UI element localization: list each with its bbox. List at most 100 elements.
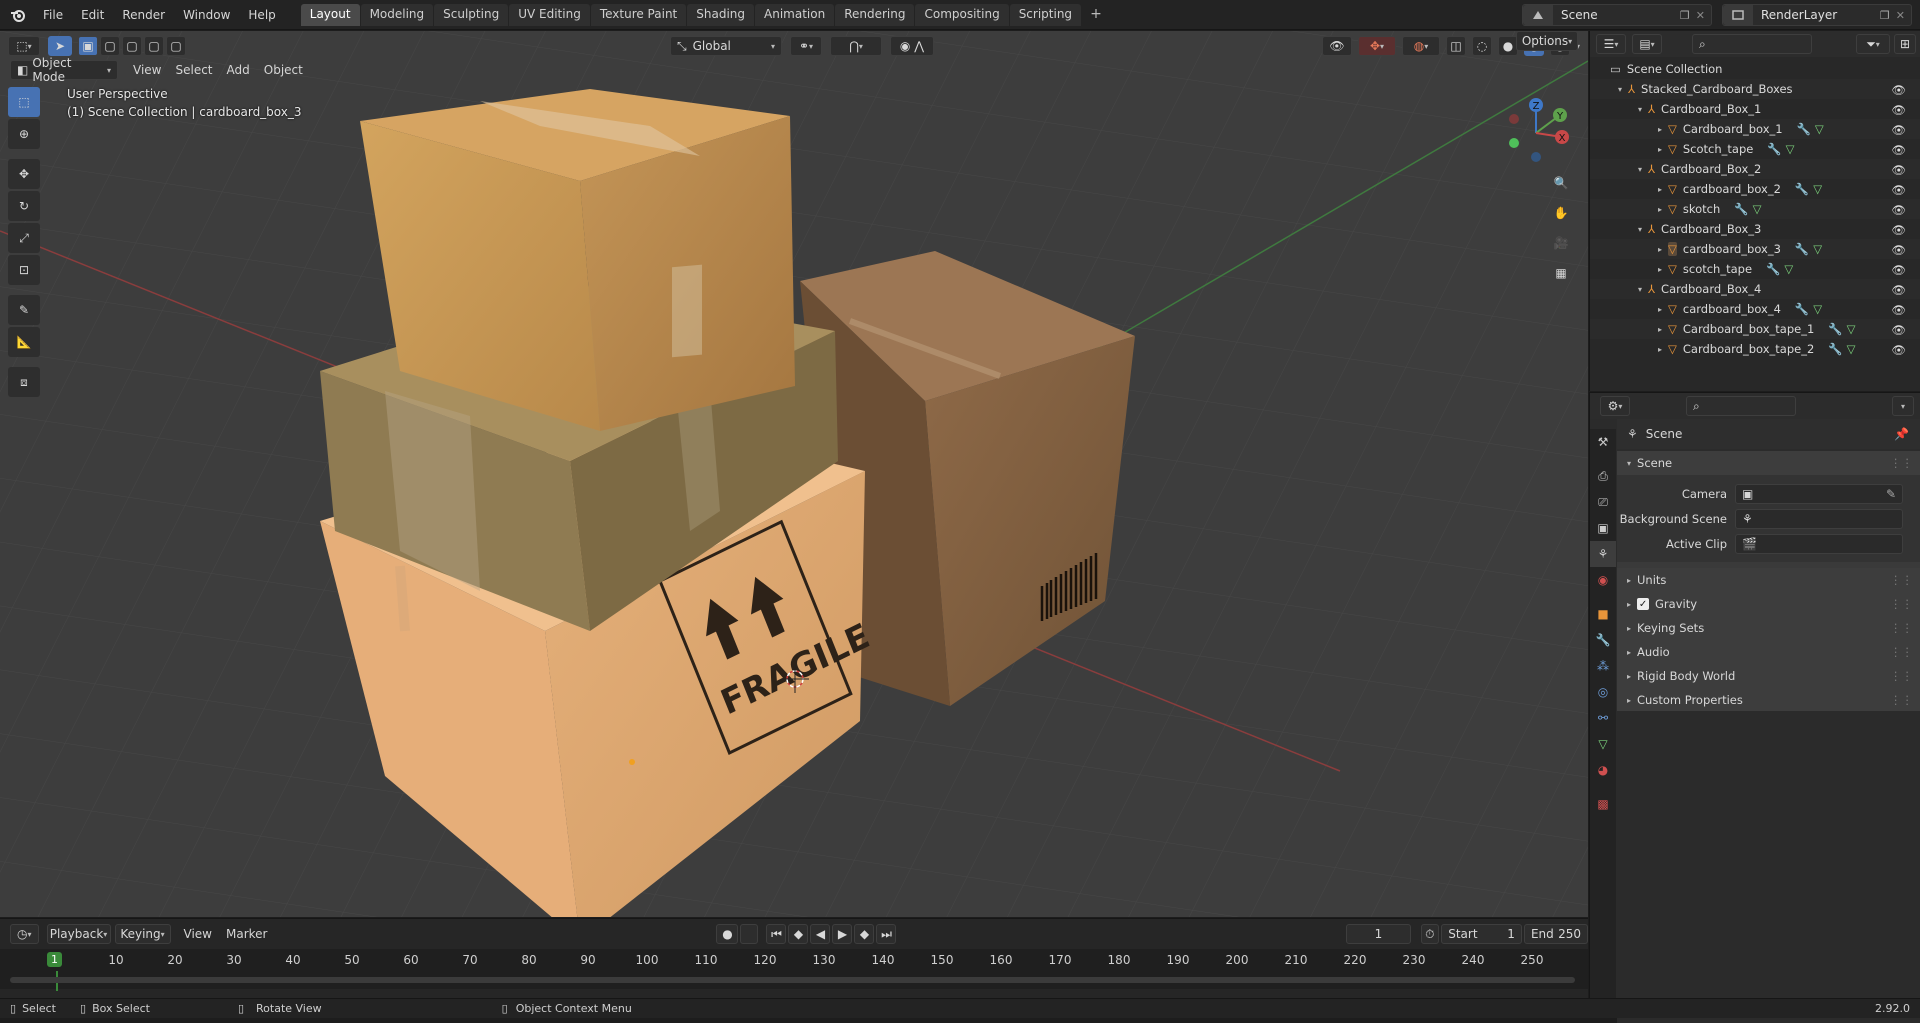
wireframe-shading[interactable]: ◌: [1471, 36, 1492, 56]
display-mode-button[interactable]: ▤ ▾: [1632, 34, 1662, 54]
expand-icon[interactable]: ▸: [1658, 325, 1662, 334]
eye-icon[interactable]: 👁: [1891, 263, 1906, 277]
expand-icon[interactable]: ▸: [1658, 265, 1662, 274]
select-intersect-icon[interactable]: ▢: [166, 36, 186, 56]
mode-dropdown[interactable]: ◧ Object Mode ▾: [10, 56, 118, 84]
add-workspace-button[interactable]: +: [1082, 4, 1110, 26]
expand-icon[interactable]: ▸: [1658, 145, 1662, 154]
drag-handle-icon[interactable]: ⋮⋮: [1890, 645, 1913, 659]
select-extend-icon[interactable]: ▢: [100, 36, 120, 56]
expand-icon[interactable]: ▸: [1658, 185, 1662, 194]
eye-icon[interactable]: 👁: [1891, 283, 1906, 297]
menu-help[interactable]: Help: [239, 5, 284, 25]
view-layer-close-icon[interactable]: ✕: [1896, 9, 1905, 22]
outliner-row-box4-tape2[interactable]: ▸ ▽ Cardboard_box_tape_2 🔧 ▽ 👁: [1590, 339, 1920, 359]
menu-render[interactable]: Render: [113, 5, 174, 25]
outliner-row-box3-tape[interactable]: ▸ ▽ scotch_tape 🔧 ▽ 👁: [1590, 259, 1920, 279]
eye-icon[interactable]: 👁: [1891, 223, 1906, 237]
outliner-row-box1[interactable]: ▾ ⅄ Cardboard_Box_1 👁: [1590, 99, 1920, 119]
select-subtract-icon[interactable]: ▢: [122, 36, 142, 56]
expand-icon[interactable]: ▸: [1658, 245, 1662, 254]
viewport-menu-view[interactable]: View: [126, 63, 168, 77]
menu-edit[interactable]: Edit: [72, 5, 113, 25]
cursor-tool[interactable]: ⊕: [8, 119, 40, 149]
menu-window[interactable]: Window: [174, 5, 239, 25]
select-tool-button[interactable]: ➤: [48, 36, 72, 56]
current-frame-field[interactable]: 1: [1346, 924, 1411, 944]
eye-icon[interactable]: 👁: [1891, 203, 1906, 217]
visibility-button[interactable]: 👁: [1321, 36, 1352, 56]
overlays-button[interactable]: ◍ ▾: [1401, 36, 1440, 56]
eye-icon[interactable]: 👁: [1891, 243, 1906, 257]
outliner-row-box3-mesh[interactable]: ▸ ▽ cardboard_box_3 🔧 ▽ 👁: [1590, 239, 1920, 259]
tab-animation[interactable]: Animation: [755, 3, 835, 26]
transform-orientation-dropdown[interactable]: ⤡ Global ▾: [670, 36, 782, 56]
transform-tool[interactable]: ⊡: [8, 255, 40, 285]
view-layer-name[interactable]: RenderLayer: [1753, 8, 1845, 22]
filter-button[interactable]: ⏷ ▾: [1856, 34, 1890, 54]
preview-range-toggle[interactable]: ⏱: [1420, 924, 1440, 944]
select-box-tool[interactable]: ⬚: [8, 87, 40, 117]
eyedropper-icon[interactable]: ✎: [1886, 487, 1896, 501]
drag-handle-icon[interactable]: ⋮⋮: [1890, 597, 1913, 611]
eye-icon[interactable]: 👁: [1891, 83, 1906, 97]
tab-texture[interactable]: ▩: [1590, 791, 1616, 817]
tab-data[interactable]: ▽: [1590, 731, 1616, 757]
scene-name[interactable]: Scene: [1553, 8, 1606, 22]
scene-copy-icon[interactable]: ❐: [1680, 9, 1690, 22]
tab-particles[interactable]: ⁂: [1590, 653, 1616, 679]
rigid-body-world-panel-header[interactable]: ▸ Rigid Body World ⋮⋮: [1617, 664, 1920, 688]
gravity-checkbox[interactable]: ✓: [1637, 598, 1650, 610]
add-cube-tool[interactable]: ⧈: [8, 367, 40, 397]
properties-options[interactable]: ▾: [1892, 396, 1914, 416]
outliner-row-box2[interactable]: ▾ ⅄ Cardboard_Box_2 👁: [1590, 159, 1920, 179]
menu-file[interactable]: File: [34, 5, 72, 25]
expand-icon[interactable]: ▸: [1658, 345, 1662, 354]
editor-type-button[interactable]: ⬚ ▾: [8, 36, 40, 56]
background-scene-field[interactable]: ⚘: [1735, 508, 1903, 529]
options-button[interactable]: Options ▾: [1516, 31, 1578, 51]
pan-view-button[interactable]: ✋: [1549, 201, 1573, 225]
tab-rendering[interactable]: Rendering: [835, 3, 915, 26]
units-panel-header[interactable]: ▸ Units ⋮⋮: [1617, 568, 1920, 592]
playback-dropdown[interactable]: Playback ▾: [46, 924, 111, 944]
expand-icon[interactable]: ▸: [1658, 205, 1662, 214]
tab-scripting[interactable]: Scripting: [1009, 3, 1082, 26]
end-frame-field[interactable]: End 250: [1523, 924, 1588, 944]
playhead-marker[interactable]: 1: [47, 952, 62, 967]
outliner-row-box4-tape1[interactable]: ▸ ▽ Cardboard_box_tape_1 🔧 ▽ 👁: [1590, 319, 1920, 339]
view-layer-selector[interactable]: RenderLayer ❐ ✕: [1722, 4, 1912, 26]
proportional-edit-button[interactable]: ◉ ⋀: [890, 36, 934, 56]
ortho-toggle-button[interactable]: ▦: [1549, 261, 1573, 285]
scale-tool[interactable]: ⤢: [8, 223, 40, 253]
eye-icon[interactable]: 👁: [1891, 143, 1906, 157]
neg-z-handle[interactable]: [1531, 152, 1541, 162]
drag-handle-icon[interactable]: ⋮⋮: [1890, 621, 1913, 635]
scene-selector[interactable]: Scene ❐ ✕: [1522, 4, 1712, 26]
active-clip-field[interactable]: 🎬: [1735, 533, 1903, 554]
outliner-editor-type[interactable]: ☰ ▾: [1596, 34, 1626, 54]
eye-icon[interactable]: 👁: [1891, 343, 1906, 357]
new-collection-button[interactable]: ⊞: [1894, 34, 1916, 54]
scene-panel-header[interactable]: ▾ Scene ⋮⋮: [1617, 451, 1920, 475]
outliner-row-box2-tape[interactable]: ▸ ▽ skotch 🔧 ▽ 👁: [1590, 199, 1920, 219]
select-invert-icon[interactable]: ▢: [144, 36, 164, 56]
outliner-search[interactable]: ⌕: [1692, 34, 1812, 54]
timeline-editor-type[interactable]: ◷ ▾: [10, 924, 39, 944]
eye-icon[interactable]: 👁: [1891, 183, 1906, 197]
tab-output[interactable]: ⎚: [1590, 489, 1616, 515]
measure-tool[interactable]: 📐: [8, 327, 40, 357]
zoom-view-button[interactable]: 🔍: [1549, 171, 1573, 195]
eye-icon[interactable]: 👁: [1891, 103, 1906, 117]
tab-constraints[interactable]: ⚯: [1590, 705, 1616, 731]
tab-physics[interactable]: ◎: [1590, 679, 1616, 705]
drag-handle-icon[interactable]: ⋮⋮: [1890, 693, 1913, 707]
jump-start-button[interactable]: ⏮: [766, 924, 787, 944]
outliner-row-stacked[interactable]: ▾ ⅄ Stacked_Cardboard_Boxes 👁: [1590, 79, 1920, 99]
blender-logo-icon[interactable]: [8, 5, 28, 25]
expand-icon[interactable]: ▾: [1638, 105, 1642, 114]
tab-uv-editing[interactable]: UV Editing: [509, 3, 590, 26]
tab-compositing[interactable]: Compositing: [915, 3, 1009, 26]
outliner-row-box4[interactable]: ▾ ⅄ Cardboard_Box_4 👁: [1590, 279, 1920, 299]
scene-close-icon[interactable]: ✕: [1696, 9, 1705, 22]
